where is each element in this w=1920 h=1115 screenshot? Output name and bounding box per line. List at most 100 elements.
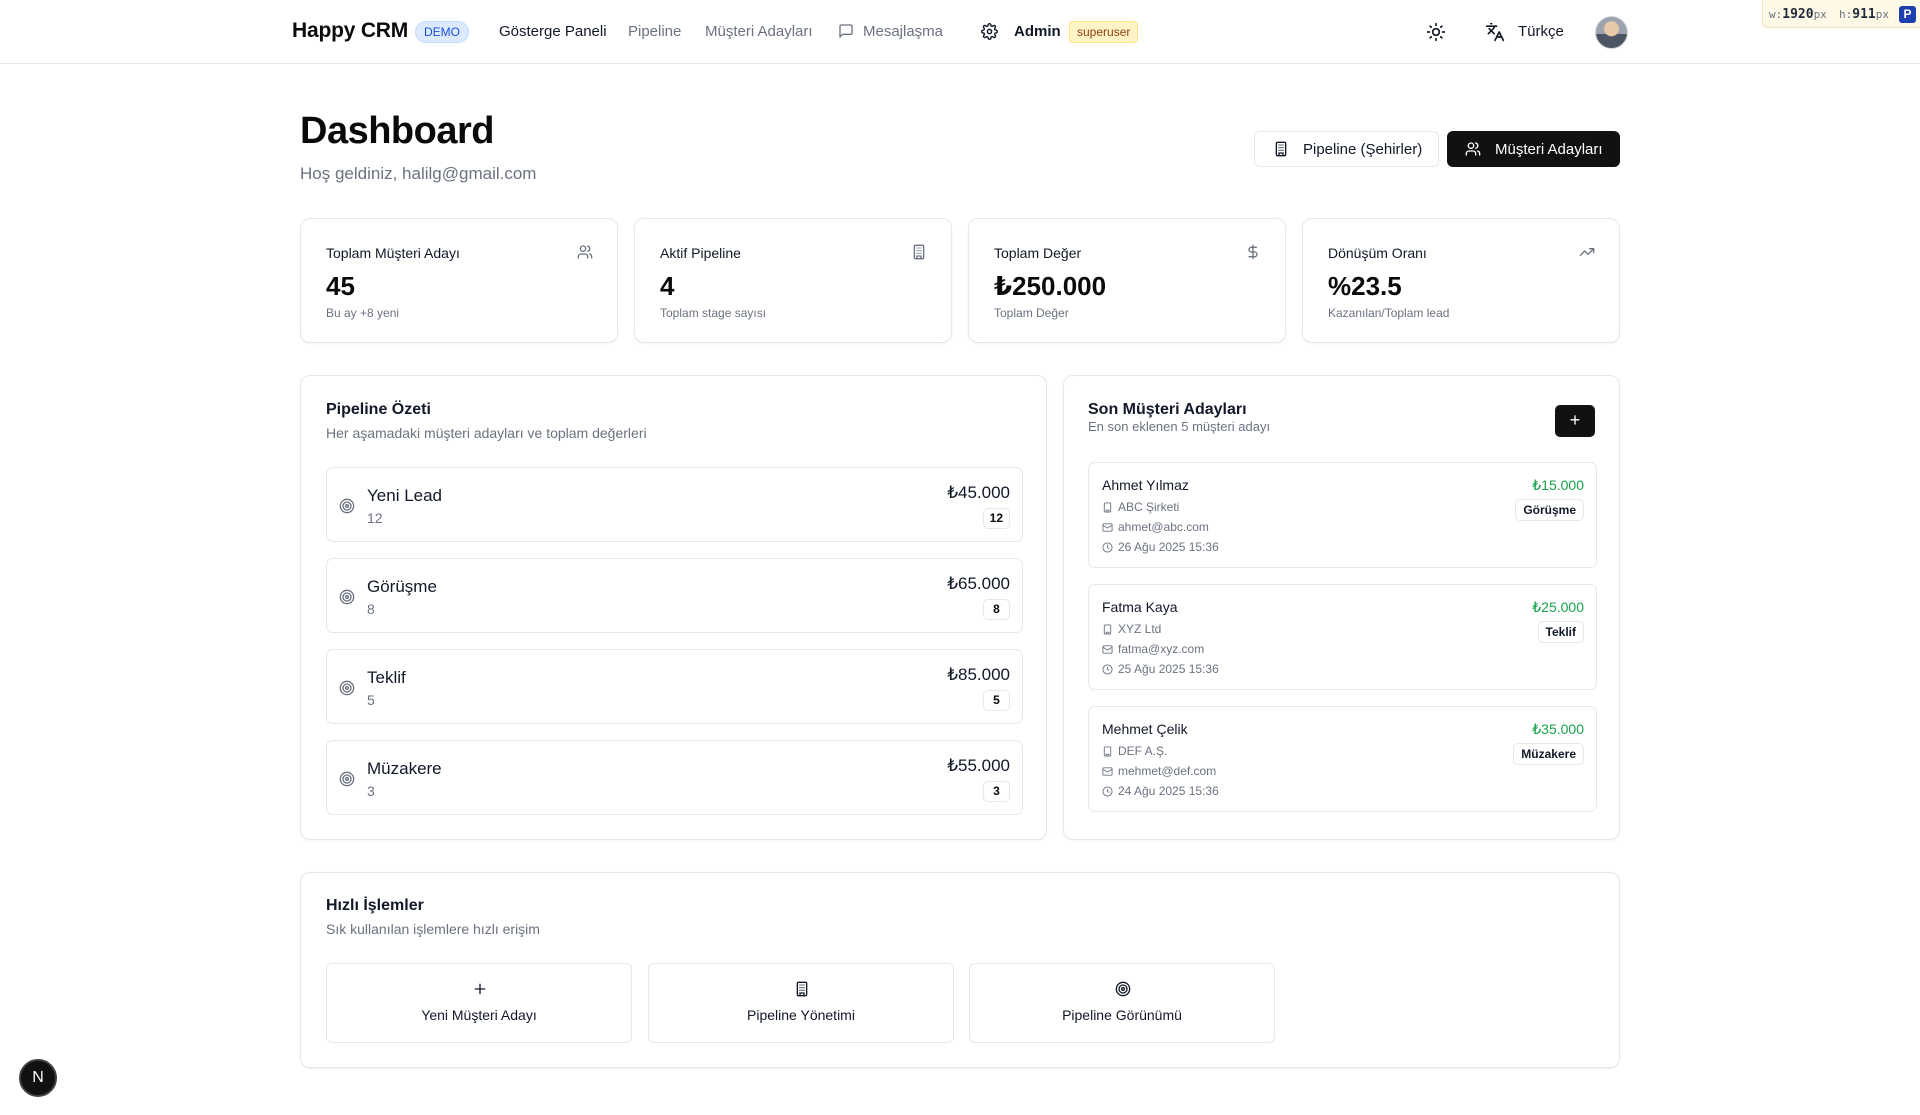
lead-company: ABC Şirketi xyxy=(1118,500,1180,514)
stat-value: %23.5 xyxy=(1328,271,1402,301)
lead-card[interactable]: Ahmet Yılmaz ABC Şirketi ahmet@abc.com 2… xyxy=(1088,462,1597,568)
width-label: w: xyxy=(1769,8,1783,21)
dev-tools-badge[interactable]: N xyxy=(19,1059,57,1097)
height-unit: px xyxy=(1875,8,1889,21)
leads-button-label: Müşteri Adayları xyxy=(1495,140,1603,158)
leads-button[interactable]: Müşteri Adayları xyxy=(1447,131,1620,167)
pipeline-stage-row[interactable]: Teklif 5 ₺85.000 5 xyxy=(326,649,1023,724)
users-icon xyxy=(1465,142,1481,156)
lead-email: mehmet@def.com xyxy=(1118,764,1217,778)
stat-value: 45 xyxy=(326,271,355,301)
lead-date: 24 Ağu 2025 15:36 xyxy=(1118,784,1219,798)
admin-link[interactable]: Admin xyxy=(1014,23,1061,40)
pipeline-cities-label: Pipeline (Şehirler) xyxy=(1303,140,1423,158)
recent-leads-title: Son Müşteri Adayları xyxy=(1088,401,1247,418)
lead-email: ahmet@abc.com xyxy=(1118,520,1209,534)
stage-count: 8 xyxy=(367,601,375,617)
pipeline-summary-description: Her aşamadaki müşteri adayları ve toplam… xyxy=(326,425,647,441)
target-icon xyxy=(339,680,355,696)
lead-stage-badge: Görüşme xyxy=(1515,499,1584,521)
stat-note: Bu ay +8 yeni xyxy=(326,306,400,320)
nav-link-dashboard[interactable]: Gösterge Paneli xyxy=(499,23,607,40)
stage-name: Yeni Lead xyxy=(367,486,443,505)
mail-icon xyxy=(1102,766,1113,776)
building-icon xyxy=(1103,745,1112,757)
stat-value: ₺250.000 xyxy=(994,271,1107,301)
stat-value: 4 xyxy=(660,271,675,301)
stage-count-badge: 12 xyxy=(982,508,1010,529)
lead-card[interactable]: Mehmet Çelik DEF A.Ş. mehmet@def.com 24 … xyxy=(1088,706,1597,812)
nav-link-leads[interactable]: Müşteri Adayları xyxy=(705,23,813,40)
stage-value: ₺85.000 xyxy=(947,665,1010,684)
mail-icon xyxy=(1102,644,1113,654)
width-value: 1920 xyxy=(1782,7,1814,22)
lead-name: Ahmet Yılmaz xyxy=(1102,477,1189,493)
stat-card-conversion-rate: Dönüşüm Oranı %23.5 Kazanılan/Toplam lea… xyxy=(1302,218,1620,343)
lead-company: DEF A.Ş. xyxy=(1118,744,1168,758)
pipeline-view-button[interactable]: Pipeline Görünümü xyxy=(969,963,1275,1043)
pipeline-summary-card: Pipeline Özeti Her aşamadaki müşteri ada… xyxy=(300,375,1047,840)
stage-value: ₺65.000 xyxy=(947,574,1010,593)
building-icon xyxy=(1275,141,1287,157)
pipeline-cities-button[interactable]: Pipeline (Şehirler) xyxy=(1254,131,1439,167)
pipeline-management-button[interactable]: Pipeline Yönetimi xyxy=(648,963,954,1043)
extension-logo-icon[interactable]: P xyxy=(1899,6,1916,23)
lead-email: fatma@xyz.com xyxy=(1118,642,1205,656)
stat-note: Toplam Değer xyxy=(994,306,1069,320)
stat-card-total-value: Toplam Değer ₺250.000 Toplam Değer xyxy=(968,218,1286,343)
stat-note: Kazanılan/Toplam lead xyxy=(1328,306,1450,320)
size-readout: w:1920px h:911px P xyxy=(1762,0,1920,28)
clock-icon xyxy=(1102,785,1113,797)
clock-icon xyxy=(1102,663,1113,675)
pipeline-summary-title: Pipeline Özeti xyxy=(326,401,431,418)
users-icon xyxy=(577,245,593,259)
language-icon[interactable] xyxy=(1485,22,1505,42)
lead-company-line: ABC Şirketi xyxy=(1102,500,1179,514)
welcome-text: Hoş geldiniz, halilg@gmail.com xyxy=(300,164,537,183)
lead-email-line: mehmet@def.com xyxy=(1102,764,1216,778)
lead-name: Mehmet Çelik xyxy=(1102,721,1188,737)
lead-date-line: 25 Ağu 2025 15:36 xyxy=(1102,662,1219,676)
building-icon xyxy=(796,981,808,997)
target-icon xyxy=(339,589,355,605)
lead-date: 25 Ağu 2025 15:36 xyxy=(1118,662,1219,676)
message-icon[interactable] xyxy=(838,23,854,39)
stage-value: ₺55.000 xyxy=(947,756,1010,775)
avatar[interactable] xyxy=(1595,16,1628,49)
nav-link-messaging[interactable]: Mesajlaşma xyxy=(863,23,943,40)
quick-actions-description: Sık kullanılan işlemlere hızlı erişim xyxy=(326,921,540,937)
add-lead-button[interactable]: + xyxy=(1555,405,1595,437)
brand-logo[interactable]: Happy CRM xyxy=(292,19,408,43)
new-lead-button[interactable]: Yeni Müşteri Adayı xyxy=(326,963,632,1043)
stage-name: Teklif xyxy=(367,668,406,687)
dollar-icon xyxy=(1248,244,1258,260)
stat-title: Toplam Değer xyxy=(994,245,1082,261)
stat-title: Dönüşüm Oranı xyxy=(1328,245,1427,261)
stage-count-badge: 5 xyxy=(983,690,1010,711)
gear-icon[interactable] xyxy=(981,23,998,40)
pipeline-stage-row[interactable]: Yeni Lead 12 ₺45.000 12 xyxy=(326,467,1023,542)
language-selector[interactable]: Türkçe xyxy=(1518,23,1564,40)
stat-card-active-pipeline: Aktif Pipeline 4 Toplam stage sayısı xyxy=(634,218,952,343)
top-navigation: Happy CRM DEMO Gösterge Paneli Pipeline … xyxy=(0,0,1920,64)
pipeline-stage-row[interactable]: Görüşme 8 ₺65.000 8 xyxy=(326,558,1023,633)
page-title: Dashboard xyxy=(300,110,494,152)
pipeline-stage-row[interactable]: Müzakere 3 ₺55.000 3 xyxy=(326,740,1023,815)
pipeline-management-label: Pipeline Yönetimi xyxy=(747,1007,855,1023)
lead-card[interactable]: Fatma Kaya XYZ Ltd fatma@xyz.com 25 Ağu … xyxy=(1088,584,1597,690)
stage-count-badge: 3 xyxy=(983,781,1010,802)
lead-company-line: DEF A.Ş. xyxy=(1102,744,1167,758)
lead-date: 26 Ağu 2025 15:36 xyxy=(1118,540,1219,554)
quick-actions-card: Hızlı İşlemler Sık kullanılan işlemlere … xyxy=(300,872,1620,1068)
stat-card-total-leads: Toplam Müşteri Adayı 45 Bu ay +8 yeni xyxy=(300,218,618,343)
plus-icon xyxy=(474,983,486,995)
stage-value: ₺45.000 xyxy=(947,483,1010,502)
building-icon xyxy=(1103,501,1112,513)
sun-icon[interactable] xyxy=(1426,22,1446,42)
trending-up-icon xyxy=(1579,248,1595,256)
lead-company: XYZ Ltd xyxy=(1118,622,1162,636)
nav-link-pipeline[interactable]: Pipeline xyxy=(628,23,681,40)
stat-title: Aktif Pipeline xyxy=(660,245,741,261)
recent-leads-description: En son eklenen 5 müşteri adayı xyxy=(1088,419,1271,434)
stat-note: Toplam stage sayısı xyxy=(660,306,767,320)
